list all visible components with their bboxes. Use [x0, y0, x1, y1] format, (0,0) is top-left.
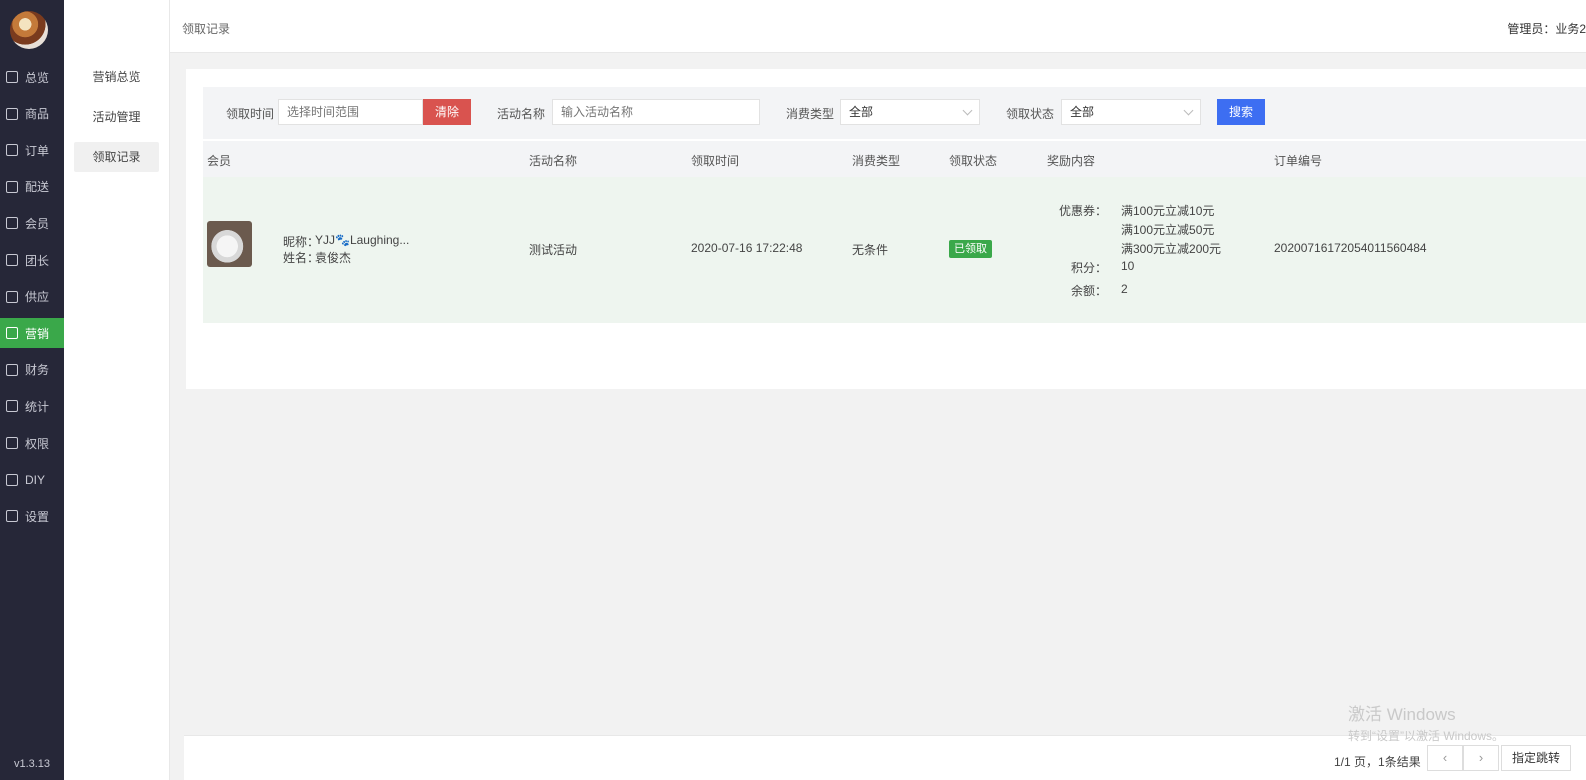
nav-item-diy[interactable]: DIY	[0, 465, 64, 495]
nav-item-label: 供应	[25, 290, 50, 305]
nav-item-delivery[interactable]: 配送	[0, 172, 64, 202]
member-icon	[6, 217, 18, 230]
coupon-item: 满300元立减200元	[1121, 242, 1222, 256]
nav-item-label: 团长	[25, 253, 50, 268]
nav-item-orders[interactable]: 订单	[0, 135, 64, 165]
layout-icon	[6, 473, 18, 486]
shield-icon	[6, 437, 18, 449]
nav-item-supply[interactable]: 供应	[0, 282, 64, 312]
nav-item-permissions[interactable]: 权限	[0, 428, 64, 458]
nickname-label: 昵称：	[283, 235, 320, 249]
home-icon	[6, 71, 18, 83]
nav-item-stats[interactable]: 统计	[0, 391, 64, 421]
windows-watermark: 激活 Windows 转到“设置”以激活 Windows。	[1348, 700, 1504, 744]
nav-item-finance[interactable]: 财务	[0, 355, 64, 385]
nav-item-label: 权限	[25, 436, 50, 451]
receive-time: 2020-07-16 17:22:48	[691, 241, 803, 255]
main-nav: 总览商品订单配送会员团长供应营销财务统计权限 DIY 设置 v1.3.13	[0, 0, 64, 780]
status-select[interactable]: 全部	[1061, 99, 1201, 125]
pie-icon	[6, 400, 18, 413]
nav-item-label: DIY	[25, 472, 46, 487]
watermark-line2: 转到“设置”以激活 Windows。	[1348, 729, 1505, 743]
version-label: v1.3.13	[13, 758, 51, 770]
points-label: 积分：	[1070, 261, 1107, 275]
nav-item-label: 商品	[25, 107, 50, 122]
nav-item-label: 统计	[25, 399, 50, 414]
clear-button[interactable]: 清除	[423, 99, 471, 125]
table-row: 昵称： YJJ🐾Laughing... 姓名： 袁俊杰 测试活动 2020-07…	[203, 177, 1586, 323]
nav-item-settings[interactable]: 设置	[0, 501, 64, 531]
nav-item-overview[interactable]: 总览	[0, 62, 64, 92]
consume-type-value: 全部	[849, 105, 874, 119]
status-value: 全部	[1070, 105, 1095, 119]
member-name: 袁俊杰	[315, 251, 352, 265]
member-avatar	[207, 221, 252, 267]
leader-icon	[6, 254, 18, 266]
page-info: 1/1 页，1条结果	[1334, 755, 1421, 769]
nav-item-members[interactable]: 会员	[0, 208, 64, 238]
jump-page-button[interactable]: 指定跳转	[1501, 745, 1571, 771]
column-activity: 活动名称	[529, 154, 578, 168]
activity-name: 测试活动	[529, 243, 578, 257]
coupon-label: 优惠券：	[1058, 204, 1107, 218]
nav-item-label: 总览	[25, 70, 50, 85]
goods-icon	[6, 107, 18, 120]
watermark-line1: 激活 Windows	[1348, 705, 1456, 724]
chevron-down-icon	[962, 105, 973, 116]
nav-item-leaders[interactable]: 团长	[0, 245, 64, 275]
breadcrumb: 领取记录	[182, 22, 231, 36]
logo-avatar[interactable]	[10, 11, 48, 49]
time-label: 领取时间	[226, 107, 275, 121]
consume-type-label: 消费类型	[786, 107, 835, 121]
records-card: 领取时间 清除 活动名称 消费类型 全部 领取状态 全部 搜索 会员 活动名称 …	[186, 69, 1586, 389]
status-badge: 已领取	[949, 240, 992, 258]
nav-item-label: 会员	[25, 216, 50, 231]
submenu-item-records[interactable]: 领取记录	[74, 142, 159, 172]
column-time: 领取时间	[691, 154, 740, 168]
column-member: 会员	[207, 154, 232, 168]
submenu-item-overview[interactable]: 营销总览	[74, 62, 159, 92]
balance-label: 余额：	[1070, 284, 1107, 298]
time-range-input[interactable]	[278, 99, 423, 125]
balance-value: 2	[1121, 282, 1128, 296]
status-label: 领取状态	[1006, 107, 1055, 121]
nav-item-goods[interactable]: 商品	[0, 99, 64, 129]
nav-item-label: 订单	[25, 143, 50, 158]
nav-item-label: 财务	[25, 363, 50, 378]
column-consume-type: 消费类型	[852, 154, 901, 168]
points-value: 10	[1121, 259, 1135, 273]
top-bar: 领取记录 管理员：业务2	[170, 0, 1586, 53]
activity-name-input[interactable]	[552, 99, 760, 125]
delivery-icon	[6, 180, 18, 193]
column-order-no: 订单编号	[1274, 154, 1323, 168]
search-button[interactable]: 搜索	[1217, 99, 1265, 125]
next-page-button[interactable]: ›	[1463, 745, 1499, 771]
column-reward: 奖励内容	[1047, 154, 1096, 168]
consume-type: 无条件	[852, 243, 889, 257]
consume-type-select[interactable]: 全部	[840, 99, 980, 125]
coupon-item: 满100元立减50元	[1121, 223, 1215, 237]
nav-item-label: 营销	[25, 326, 50, 341]
table-header: 会员 活动名称 领取时间 消费类型 领取状态 奖励内容 订单编号	[203, 141, 1586, 177]
finance-icon	[6, 363, 18, 376]
member-nickname: YJJ🐾Laughing...	[315, 233, 410, 247]
sub-menu: 营销总览 活动管理 领取记录	[64, 0, 170, 780]
name-label: 姓名：	[283, 251, 320, 265]
gift-icon	[6, 327, 18, 340]
order-number[interactable]: 20200716172054011560484	[1274, 241, 1427, 255]
nav-item-label: 设置	[25, 509, 50, 524]
filter-bar: 领取时间 清除 活动名称 消费类型 全部 领取状态 全部 搜索	[203, 87, 1586, 139]
column-status: 领取状态	[949, 154, 998, 168]
prev-page-button[interactable]: ‹	[1427, 745, 1463, 771]
gear-icon	[6, 510, 18, 523]
admin-label[interactable]: 管理员：业务2	[1507, 20, 1586, 37]
coupon-item: 满100元立减10元	[1121, 204, 1215, 218]
nav-item-label: 配送	[25, 180, 50, 195]
supply-icon	[6, 290, 18, 303]
order-icon	[6, 144, 18, 157]
activity-label: 活动名称	[497, 107, 546, 121]
submenu-item-activity[interactable]: 活动管理	[74, 102, 159, 132]
nav-item-marketing[interactable]: 营销	[0, 318, 64, 349]
chevron-down-icon	[1183, 105, 1194, 116]
